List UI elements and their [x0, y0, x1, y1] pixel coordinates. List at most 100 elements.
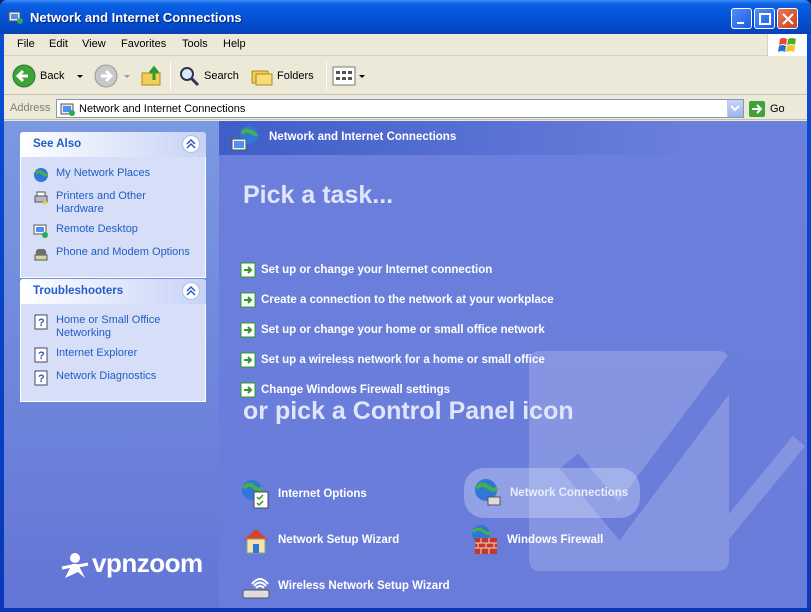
address-dropdown[interactable] [727, 100, 743, 117]
title-bar[interactable]: Network and Internet Connections [0, 0, 811, 34]
windows-logo [767, 34, 807, 56]
link-printers-hardware[interactable]: Printers and Other Hardware [33, 190, 195, 216]
menu-edit[interactable]: Edit [49, 38, 68, 50]
see-also-header[interactable]: See Also [20, 132, 206, 157]
troubleshooters-panel: Troubleshooters ? Home or Small Office N… [20, 279, 206, 402]
network-folder-icon [60, 103, 75, 116]
search-button[interactable]: Search [178, 62, 239, 90]
folders-icon [251, 70, 273, 86]
vpnzoom-text-a: vpn [92, 548, 137, 578]
svg-text:?: ? [38, 373, 45, 385]
views-icon [332, 66, 365, 86]
left-task-pane: See Also My Network Places Printers and … [4, 121, 219, 608]
see-also-title: See Also [33, 138, 82, 150]
category-title: Network and Internet Connections [269, 131, 457, 143]
up-folder-icon [141, 65, 161, 86]
cp-label: Network Connections [510, 487, 629, 499]
link-phone-modem[interactable]: Phone and Modem Options [33, 246, 195, 262]
forward-dropdown[interactable] [122, 62, 132, 90]
menu-file[interactable]: File [17, 38, 35, 50]
troubleshooters-title: Troubleshooters [33, 285, 124, 297]
network-connections-icon [475, 479, 501, 506]
link-label: Printers and Other Hardware [56, 190, 146, 215]
collapse-button[interactable] [182, 135, 200, 153]
link-home-office-networking[interactable]: ? Home or Small Office Networking [33, 314, 195, 340]
task-workplace-connection[interactable]: Create a connection to the network at yo… [240, 291, 554, 309]
address-label: Address [10, 102, 51, 114]
svg-text:?: ? [38, 317, 45, 329]
cp-network-connections[interactable]: Network Connections [464, 468, 641, 518]
troubleshooters-header[interactable]: Troubleshooters [20, 279, 206, 304]
help-icon: ? [34, 347, 48, 363]
forward-button[interactable] [94, 62, 118, 90]
see-also-panel: See Also My Network Places Printers and … [20, 132, 206, 278]
help-icon: ? [34, 314, 48, 330]
forward-arrow-icon [94, 64, 118, 88]
minimize-button[interactable] [731, 8, 752, 29]
up-folder-button[interactable] [140, 62, 164, 90]
menu-tools[interactable]: Tools [182, 38, 208, 50]
see-also-body: My Network Places Printers and Other Har… [20, 157, 206, 278]
task-label: Set up or change your Internet connectio… [261, 264, 493, 276]
cp-network-setup-wizard[interactable]: Network Setup Wizard [240, 523, 399, 557]
task-label: Create a connection to the network at yo… [261, 294, 554, 306]
go-label: Go [770, 102, 785, 115]
menu-help[interactable]: Help [223, 38, 246, 50]
cp-windows-firewall[interactable]: Windows Firewall [469, 523, 603, 557]
address-input[interactable]: Network and Internet Connections [56, 99, 744, 118]
cp-label: Internet Options [278, 488, 367, 500]
cp-internet-options[interactable]: Internet Options [240, 477, 367, 511]
link-remote-desktop[interactable]: Remote Desktop [33, 223, 195, 239]
task-wireless-network[interactable]: Set up a wireless network for a home or … [240, 351, 545, 369]
maximize-button[interactable] [754, 8, 775, 29]
back-dropdown[interactable] [75, 62, 85, 90]
menu-favorites[interactable]: Favorites [121, 38, 166, 50]
vpnzoom-text-b: zoom [136, 548, 203, 578]
chevron-up-double-icon [186, 139, 196, 149]
task-label: Set up a wireless network for a home or … [261, 354, 545, 366]
go-arrow-icon [749, 100, 765, 117]
printer-icon [34, 191, 48, 205]
link-my-network-places[interactable]: My Network Places [33, 167, 195, 183]
menu-view[interactable]: View [82, 38, 106, 50]
window-content: File Edit View Favorites Tools Help Back… [4, 34, 807, 608]
dropdown-arrow-icon [124, 75, 130, 78]
folders-label: Folders [277, 70, 314, 82]
cp-label: Network Setup Wizard [278, 534, 400, 546]
task-home-network[interactable]: Set up or change your home or small offi… [240, 321, 545, 339]
cp-wireless-network-wizard[interactable]: Wireless Network Setup Wizard [240, 569, 450, 603]
search-icon [180, 67, 200, 87]
toolbar: Back Search Folders [4, 57, 807, 95]
windows-flag-icon [778, 38, 796, 52]
folders-button[interactable]: Folders [251, 62, 314, 90]
link-label: Remote Desktop [56, 223, 138, 235]
back-arrow-icon [12, 64, 36, 88]
cp-label: Wireless Network Setup Wizard [278, 580, 450, 592]
task-internet-connection[interactable]: Set up or change your Internet connectio… [240, 261, 492, 279]
close-button[interactable] [777, 8, 798, 29]
phone-icon [34, 249, 48, 261]
remote-desktop-icon [33, 224, 48, 238]
link-label: Phone and Modem Options [56, 246, 190, 258]
link-internet-explorer[interactable]: ? Internet Explorer [33, 347, 195, 363]
vpnzoom-text: vpnzoom [92, 548, 203, 579]
address-value: Network and Internet Connections [79, 103, 246, 115]
close-icon [782, 13, 794, 25]
search-label: Search [204, 70, 239, 82]
link-label: Internet Explorer [56, 347, 138, 359]
back-button[interactable]: Back [12, 62, 64, 90]
minimize-icon [737, 22, 744, 24]
chevron-up-double-icon [186, 286, 196, 296]
svg-text:?: ? [38, 350, 45, 362]
troubleshooters-body: ? Home or Small Office Networking ? Inte… [20, 304, 206, 402]
views-button[interactable] [332, 62, 366, 90]
back-label: Back [40, 70, 65, 82]
cp-label: Windows Firewall [507, 534, 604, 546]
collapse-button[interactable] [182, 282, 200, 300]
pick-icon-title: or pick a Control Panel icon [243, 397, 574, 425]
maximize-icon [759, 13, 771, 25]
wireless-wizard-icon [242, 578, 270, 599]
link-network-diagnostics[interactable]: ? Network Diagnostics [33, 370, 195, 386]
go-button[interactable]: Go [748, 99, 785, 118]
firewall-icon [471, 525, 497, 554]
